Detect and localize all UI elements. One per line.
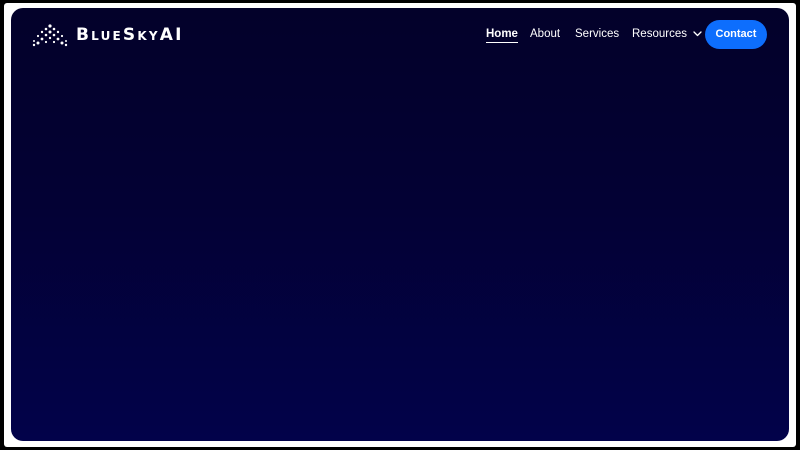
main-nav: Home About Services Resources Contact — [11, 8, 789, 62]
nav-home-link[interactable]: Home — [486, 27, 518, 43]
page-viewport: BlueSkyAI Home About Services Resources … — [11, 8, 789, 441]
nav-resources-dropdown[interactable]: Resources — [632, 27, 702, 41]
nav-about-link[interactable]: About — [530, 27, 560, 41]
contact-button[interactable]: Contact — [705, 20, 767, 49]
nav-resources-label: Resources — [632, 28, 687, 40]
chevron-down-icon — [693, 31, 702, 37]
nav-services-link[interactable]: Services — [575, 27, 619, 41]
site-header: BlueSkyAI Home About Services Resources … — [11, 8, 789, 62]
